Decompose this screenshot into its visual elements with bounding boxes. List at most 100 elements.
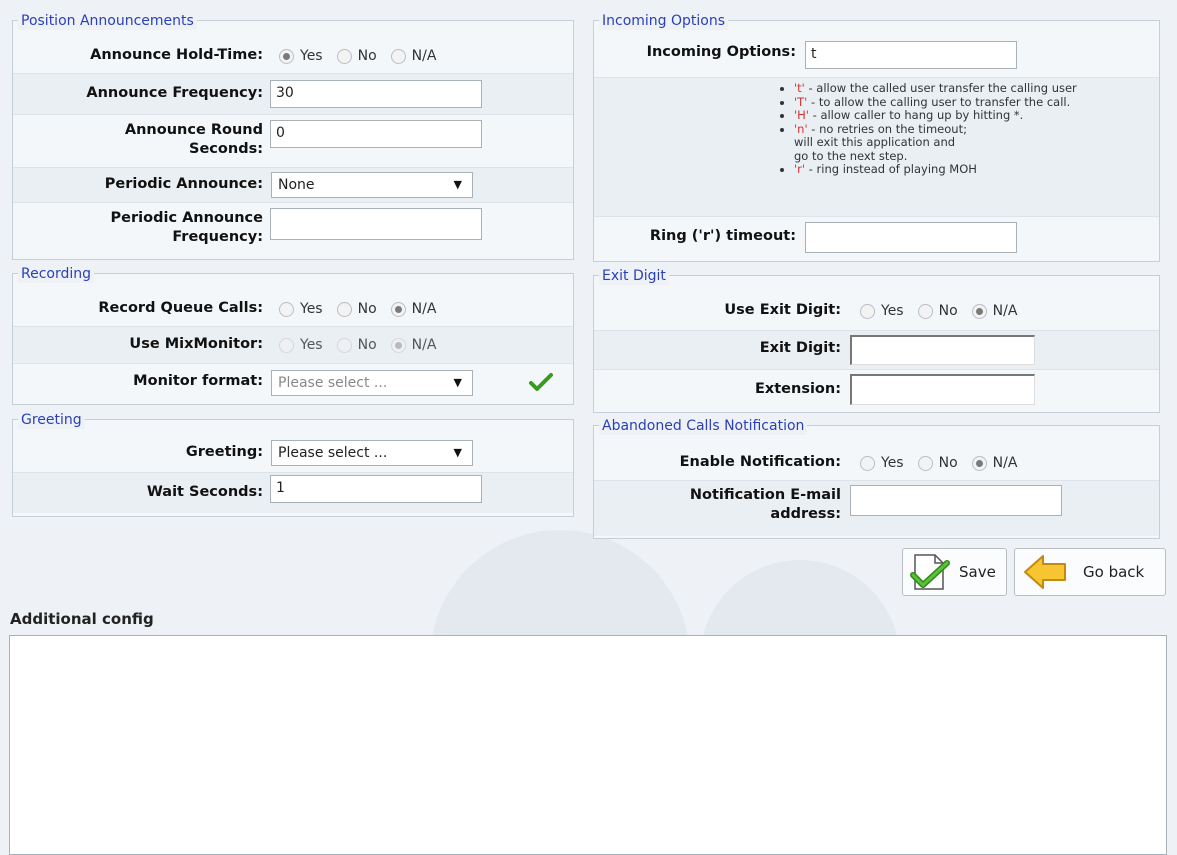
radio-yes[interactable] — [279, 337, 294, 353]
radio-no[interactable] — [917, 303, 933, 319]
field-label: Use MixMonitor: — [129, 336, 263, 352]
select-value: Please select ... — [278, 375, 388, 391]
radio-label: No — [938, 455, 958, 471]
field-label: Record Queue Calls: — [98, 300, 263, 316]
position-announcements-panel: Position Announcements Announce Hold-Tim… — [12, 12, 574, 260]
abandoned-calls-panel: Abandoned Calls Notification Enable Noti… — [593, 417, 1160, 539]
radio-label: Yes — [300, 337, 323, 353]
radio-na[interactable] — [971, 455, 987, 471]
radio-na[interactable] — [390, 337, 406, 353]
exit-digit-input[interactable] — [850, 335, 1035, 365]
field-label: Greeting: — [185, 444, 263, 460]
incoming-options-panel: Incoming Options Incoming Options: t 't'… — [593, 12, 1160, 262]
save-button[interactable]: Save — [902, 548, 1007, 596]
radio-na[interactable] — [971, 303, 987, 319]
use-mixmonitor-radio-group: Yes No N/A — [279, 337, 450, 353]
radio-no[interactable] — [336, 48, 352, 64]
label-line: address: — [770, 506, 841, 522]
radio-no[interactable] — [917, 455, 933, 471]
go-back-button[interactable]: Go back — [1014, 548, 1166, 596]
incoming-options-help-list: 't' - allow the called user transfer the… — [778, 81, 1077, 177]
radio-label: N/A — [411, 48, 437, 64]
form-row: Announce Frequency: 30 — [13, 74, 573, 115]
incoming-options-input[interactable]: t — [805, 41, 1017, 69]
dropdown-arrow-icon: ▼ — [453, 178, 462, 191]
form-row: Notification E-mail address: — [594, 481, 1159, 536]
radio-yes[interactable] — [860, 455, 875, 471]
panel-title: Exit Digit — [599, 267, 669, 285]
radio-yes[interactable] — [279, 301, 294, 317]
panel-title: Incoming Options — [599, 12, 729, 30]
announce-hold-time-radio-group: Yes No N/A — [279, 48, 450, 64]
form-row: Monitor format: Please select ... ▼ — [13, 364, 573, 402]
radio-label: N/A — [411, 337, 437, 353]
periodic-announce-select[interactable]: None ▼ — [271, 172, 473, 198]
form-row: Use Exit Digit: Yes No N/A — [594, 294, 1159, 331]
form-row: Announce Hold-Time: Yes No N/A — [13, 39, 573, 74]
form-row: Exit Digit: — [594, 331, 1159, 370]
radio-label: Yes — [881, 303, 904, 319]
extension-input[interactable] — [850, 374, 1035, 405]
ring-timeout-input[interactable] — [805, 222, 1017, 253]
form-row: Incoming Options: t — [594, 37, 1159, 78]
radio-no[interactable] — [336, 337, 352, 353]
radio-no[interactable] — [336, 301, 352, 317]
exit-digit-panel: Exit Digit Use Exit Digit: Yes No N/A Ex… — [593, 267, 1160, 413]
monitor-format-select[interactable]: Please select ... ▼ — [271, 370, 473, 396]
radio-label: No — [357, 301, 377, 317]
panel-title: Abandoned Calls Notification — [599, 417, 808, 435]
form-row: Wait Seconds: 1 — [13, 473, 573, 513]
announce-frequency-input[interactable]: 30 — [270, 80, 482, 108]
panel-title: Recording — [18, 265, 95, 283]
label-line: Announce Round — [124, 122, 263, 138]
form-row: Use MixMonitor: Yes No N/A — [13, 327, 573, 364]
notification-email-input[interactable] — [850, 485, 1062, 516]
form-row: Extension: — [594, 370, 1159, 410]
announce-round-seconds-input[interactable]: 0 — [270, 120, 482, 148]
field-label: Wait Seconds: — [146, 484, 263, 500]
dropdown-arrow-icon: ▼ — [453, 446, 462, 459]
panel-title: Position Announcements — [18, 12, 197, 30]
back-arrow-icon — [1024, 555, 1066, 589]
help-row: 't' - allow the called user transfer the… — [594, 78, 1159, 217]
radio-label: N/A — [411, 301, 437, 317]
radio-label: N/A — [992, 455, 1018, 471]
radio-yes[interactable] — [860, 303, 875, 319]
additional-config-textarea[interactable] — [9, 635, 1167, 855]
panel-title: Greeting — [18, 411, 85, 429]
save-button-label: Save — [959, 563, 996, 581]
go-back-button-label: Go back — [1083, 563, 1145, 581]
field-label: Periodic Announce Frequency: — [13, 209, 263, 247]
form-row: Announce Round Seconds: 0 — [13, 115, 573, 168]
field-label: Ring ('r') timeout: — [649, 228, 796, 244]
field-label: Announce Hold-Time: — [90, 47, 263, 63]
radio-na[interactable] — [390, 301, 406, 317]
field-label: Exit Digit: — [759, 340, 841, 356]
form-row: Greeting: Please select ... ▼ — [13, 438, 573, 473]
wait-seconds-input[interactable]: 1 — [270, 475, 482, 503]
field-label: Notification E-mail address: — [594, 486, 841, 524]
label-line: Frequency: — [172, 229, 263, 245]
save-document-check-icon — [910, 554, 950, 590]
radio-label: Yes — [300, 301, 323, 317]
form-row: Periodic Announce: None ▼ — [13, 168, 573, 203]
label-line: Notification E-mail — [689, 487, 841, 503]
radio-yes[interactable] — [279, 48, 294, 64]
radio-na[interactable] — [390, 48, 406, 64]
label-line: Periodic Announce — [110, 210, 263, 226]
radio-label: N/A — [992, 303, 1018, 319]
enable-notification-radio-group: Yes No N/A — [860, 455, 1031, 471]
periodic-announce-frequency-input[interactable] — [270, 208, 482, 240]
field-label: Monitor format: — [133, 373, 263, 389]
field-label: Incoming Options: — [646, 44, 796, 60]
form-row: Enable Notification: Yes No N/A — [594, 444, 1159, 481]
field-label: Announce Frequency: — [86, 85, 263, 101]
select-value: None — [278, 177, 315, 193]
radio-label: No — [357, 337, 377, 353]
radio-label: No — [938, 303, 958, 319]
form-row: Record Queue Calls: Yes No N/A — [13, 292, 573, 327]
field-label: Enable Notification: — [679, 454, 841, 470]
use-exit-digit-radio-group: Yes No N/A — [860, 303, 1031, 319]
field-label: Use Exit Digit: — [724, 302, 841, 318]
greeting-select[interactable]: Please select ... ▼ — [271, 440, 473, 466]
